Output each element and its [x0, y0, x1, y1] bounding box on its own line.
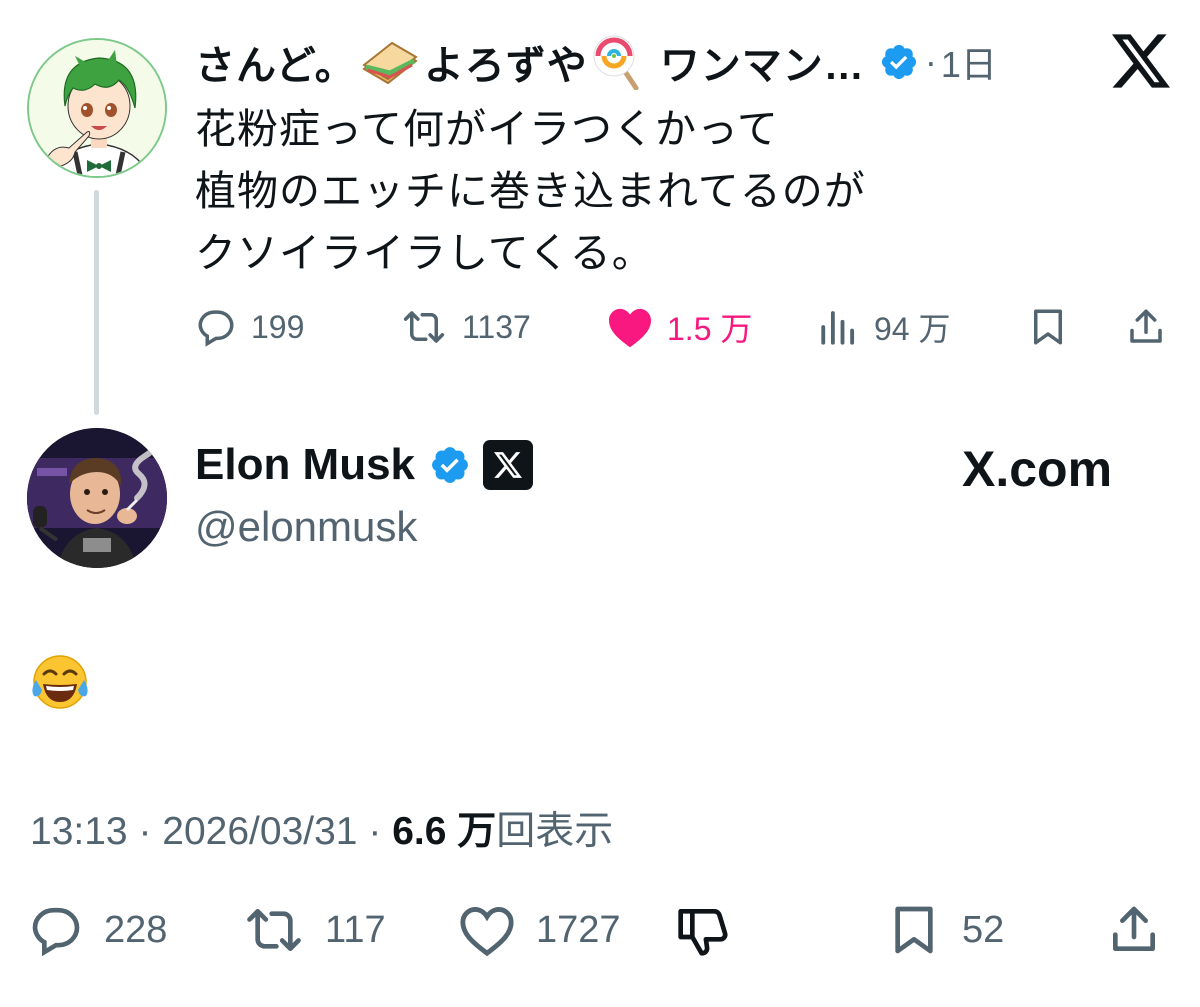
parent-display-name-mid[interactable]: よろずや	[424, 33, 588, 91]
author-handle[interactable]: @elonmusk	[195, 503, 417, 551]
repost-button[interactable]: 117	[243, 895, 386, 965]
tweet-views-value: 6.6 万	[392, 810, 497, 853]
bookmark-count: 52	[962, 908, 1005, 951]
author-display-name[interactable]: Elon Musk	[195, 440, 415, 490]
x-logo-icon[interactable]	[1112, 34, 1170, 88]
author-avatar[interactable]	[27, 428, 167, 568]
repost-button[interactable]: 1137	[400, 300, 531, 354]
sandwich-emoji	[360, 39, 420, 85]
parent-action-bar: 199 1137 1.5 万 94 万	[195, 300, 1175, 354]
views-count: 94 万	[874, 311, 951, 347]
tweet-metadata: 13:13 · 2026/03/31 · 6.6 万回表示	[30, 800, 613, 856]
bookmark-button[interactable]: 52	[886, 895, 1004, 965]
reply-icon	[32, 907, 80, 957]
reply-button[interactable]: 199	[195, 300, 304, 354]
repost-icon	[403, 311, 445, 343]
dislike-icon	[678, 909, 728, 956]
share-button[interactable]	[1125, 300, 1167, 354]
affiliation-link[interactable]: X.com	[962, 440, 1112, 498]
repost-count: 117	[325, 908, 386, 951]
views-button[interactable]: 94 万	[818, 300, 951, 354]
time-separator: ·	[924, 41, 937, 82]
parent-header: さんど。 よろずや ワンマン… · 1日	[195, 32, 997, 92]
author-name-row: Elon Musk	[195, 440, 534, 490]
meta-separator: ·	[368, 810, 382, 853]
heart-filled-icon	[609, 308, 651, 348]
parent-avatar[interactable]	[27, 38, 167, 178]
dislike-button[interactable]	[676, 895, 732, 965]
like-button[interactable]: 1727	[458, 895, 621, 965]
bookmark-icon	[895, 906, 933, 954]
reply-icon	[198, 310, 234, 347]
parent-display-name[interactable]: さんど。	[195, 33, 356, 91]
anime-avatar-image	[29, 40, 165, 176]
reply-count: 228	[104, 908, 168, 951]
face-with-tears-of-joy-emoji	[30, 652, 90, 712]
bookmark-icon	[1034, 309, 1062, 345]
repost-icon	[247, 909, 301, 951]
like-count: 1.5 万	[667, 311, 753, 347]
reply-count: 199	[251, 308, 305, 345]
caricature-avatar-image	[27, 428, 167, 568]
like-button[interactable]: 1.5 万	[607, 300, 752, 354]
parent-timestamp[interactable]: 1日	[941, 36, 997, 88]
heart-outline-icon	[460, 907, 514, 957]
tweet-time[interactable]: 13:13	[30, 810, 128, 853]
x-affiliate-badge-icon[interactable]	[483, 440, 534, 490]
thread-connector-line	[94, 190, 99, 415]
parent-text-line: クソイライラしてくる。	[195, 230, 654, 276]
parent-text-line: 花粉症って何がイラつくかって	[195, 106, 779, 152]
tweet-date[interactable]: 2026/03/31	[162, 810, 357, 853]
parent-text-line: 植物のエッチに巻き込まれてるのが	[195, 168, 866, 214]
verified-badge-icon	[429, 444, 471, 486]
tweet-action-bar: 228 117 1727 52	[28, 895, 1168, 965]
verified-badge-icon	[879, 42, 919, 82]
like-count: 1727	[536, 908, 621, 951]
bookmark-button[interactable]	[1027, 300, 1069, 354]
repost-count: 1137	[462, 308, 531, 345]
reply-button[interactable]: 228	[28, 895, 167, 965]
meta-separator: ·	[138, 810, 152, 853]
parent-display-name-tail[interactable]: ワンマン…	[660, 33, 865, 91]
share-icon	[1113, 906, 1155, 951]
parent-tweet-text: 花粉症って何がイラつくかって 植物のエッチに巻き込まれてるのが クソイライラして…	[195, 98, 866, 284]
tweet-views-label: 回表示	[496, 810, 614, 853]
lollipop-emoji	[592, 34, 642, 90]
share-button[interactable]	[1106, 895, 1162, 965]
share-icon	[1130, 309, 1162, 343]
views-icon	[821, 311, 855, 345]
